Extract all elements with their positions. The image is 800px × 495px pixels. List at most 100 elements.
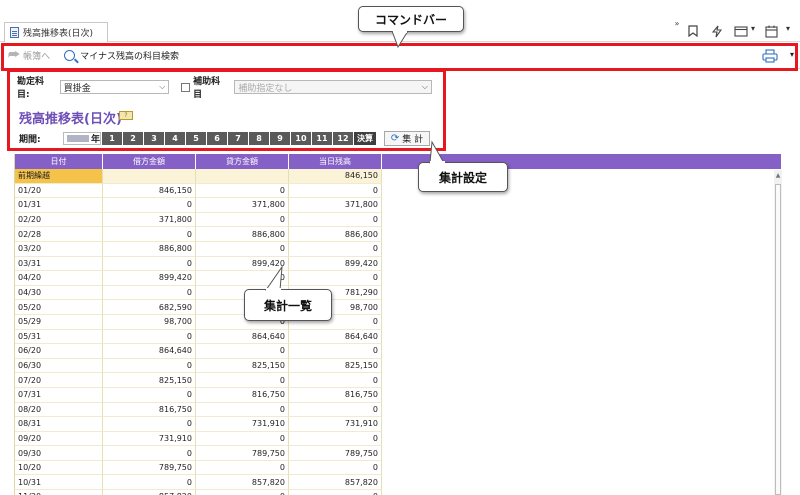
cell-date: 10/31: [15, 475, 103, 491]
table-row[interactable]: 03/20 886,800 0 0: [15, 241, 383, 257]
bookmark-icon[interactable]: [684, 22, 702, 40]
calendar-icon[interactable]: [762, 22, 780, 40]
cell-balance: 0: [289, 183, 382, 199]
cell-credit: 371,800: [196, 198, 289, 213]
cell-balance: 0: [289, 241, 382, 257]
cell-balance: 789,750: [289, 446, 382, 461]
cell-credit: 0: [196, 212, 289, 228]
cell-debit: 857,820: [103, 490, 196, 495]
cell-balance: 816,750: [289, 387, 382, 403]
cell-credit: 864,640: [196, 329, 289, 345]
cell-date: 05/20: [15, 300, 103, 315]
table-row[interactable]: 03/31 0 899,420 899,420: [15, 256, 383, 272]
table-row[interactable]: 06/20 864,640 0 0: [15, 344, 383, 359]
column-header-balance[interactable]: 当日残高: [289, 154, 382, 169]
table-row[interactable]: 08/31 0 731,910 731,910: [15, 417, 383, 432]
cell-balance: 371,800: [289, 198, 382, 213]
table-row[interactable]: 08/20 816,750 0 0: [15, 402, 383, 418]
cell-date: 05/29: [15, 314, 103, 330]
cell-credit: 886,800: [196, 227, 289, 242]
vertical-scrollbar[interactable]: ▲: [774, 170, 782, 495]
cell-debit: 371,800: [103, 212, 196, 228]
tab-title: 残高推移表(日次): [23, 29, 94, 39]
cell-debit: 0: [103, 417, 196, 432]
table-row[interactable]: 02/20 371,800 0 0: [15, 212, 383, 228]
window-caret-icon[interactable]: ▾: [751, 24, 755, 33]
table-row[interactable]: 10/20 789,750 0 0: [15, 460, 383, 476]
table-row[interactable]: 01/31 0 371,800 371,800: [15, 198, 383, 213]
cell-balance: 846,150: [289, 169, 382, 184]
table-row[interactable]: 04/20 899,420 0 0: [15, 271, 383, 286]
window-icon[interactable]: [732, 22, 750, 40]
column-header-date[interactable]: 日付: [15, 154, 103, 169]
cell-balance: 731,910: [289, 417, 382, 432]
cell-balance: 0: [289, 460, 382, 476]
table-row[interactable]: 10/31 0 857,820 857,820: [15, 475, 383, 491]
table-row[interactable]: 02/28 0 886,800 886,800: [15, 227, 383, 242]
cell-credit: 731,910: [196, 417, 289, 432]
table-row[interactable]: 09/30 0 789,750 789,750: [15, 446, 383, 461]
document-icon: [10, 27, 19, 38]
cell-credit: 0: [196, 460, 289, 476]
cell-date: 04/20: [15, 271, 103, 286]
cell-balance: 0: [289, 212, 382, 228]
table-row[interactable]: 07/20 825,150 0 0: [15, 373, 383, 388]
cell-credit: 825,150: [196, 358, 289, 374]
cell-debit: 0: [103, 198, 196, 213]
cell-credit: 0: [196, 344, 289, 359]
column-header-credit[interactable]: 貸方金額: [196, 154, 289, 169]
cell-credit: 0: [196, 183, 289, 199]
cell-credit: 789,750: [196, 446, 289, 461]
cell-debit: 0: [103, 329, 196, 345]
calendar-caret-icon[interactable]: ▾: [786, 24, 790, 33]
cell-date: 02/28: [15, 227, 103, 242]
cell-date: 05/31: [15, 329, 103, 345]
cell-date: 07/20: [15, 373, 103, 388]
table-row[interactable]: 06/30 0 825,150 825,150: [15, 358, 383, 374]
cell-credit: 857,820: [196, 475, 289, 491]
table-row[interactable]: 11/20857,82000: [15, 490, 383, 495]
cell-balance: 0: [289, 490, 382, 495]
cell-debit: 0: [103, 475, 196, 491]
cell-date: 06/30: [15, 358, 103, 374]
cell-date: 09/20: [15, 431, 103, 447]
cell-date: 04/30: [15, 285, 103, 301]
cell-credit: [196, 169, 289, 184]
table-row[interactable]: 前期繰越 846,150: [15, 169, 383, 184]
table-row[interactable]: 07/31 0 816,750 816,750: [15, 387, 383, 403]
cell-balance: 0: [289, 431, 382, 447]
cell-balance: 857,820: [289, 475, 382, 491]
cell-date: 02/20: [15, 212, 103, 228]
scrollbar-thumb[interactable]: [775, 184, 781, 495]
cell-debit: 0: [103, 387, 196, 403]
cell-debit: [103, 169, 196, 184]
table-row[interactable]: 01/20 846,150 0 0: [15, 183, 383, 199]
cell-debit: 98,700: [103, 314, 196, 330]
cell-date: 07/31: [15, 387, 103, 403]
cell-debit: 825,150: [103, 373, 196, 388]
cell-credit: 0: [196, 431, 289, 447]
aggregate-table: 日付 借方金額 貸方金額 当日残高 前期繰越 846,150 01/20 846,15…: [14, 154, 781, 495]
cell-debit: 789,750: [103, 460, 196, 476]
scroll-up-icon[interactable]: ▲: [774, 172, 782, 179]
cell-balance: 886,800: [289, 227, 382, 242]
cell-date: 06/20: [15, 344, 103, 359]
lightning-icon[interactable]: [708, 22, 726, 40]
cell-date: 09/30: [15, 446, 103, 461]
cell-debit: 846,150: [103, 183, 196, 199]
cell-debit: 864,640: [103, 344, 196, 359]
cell-balance: 0: [289, 402, 382, 418]
cell-credit: 0: [196, 402, 289, 418]
cell-date: 11/20: [15, 490, 103, 495]
cell-date: 01/20: [15, 183, 103, 199]
column-header-debit[interactable]: 借方金額: [103, 154, 196, 169]
table-body: 前期繰越 846,150 01/20 846,150 0 0 01/31 0 371,800 37…: [15, 169, 383, 495]
cell-credit: 816,750: [196, 387, 289, 403]
callout-tail: [429, 140, 445, 164]
cell-balance: 899,420: [289, 256, 382, 272]
cell-debit: 886,800: [103, 241, 196, 257]
table-row[interactable]: 09/20 731,910 0 0: [15, 431, 383, 447]
table-row[interactable]: 05/31 0 864,640 864,640: [15, 329, 383, 345]
tab-balance-trend-daily[interactable]: 残高推移表(日次): [4, 22, 108, 42]
cell-balance: 825,150: [289, 358, 382, 374]
